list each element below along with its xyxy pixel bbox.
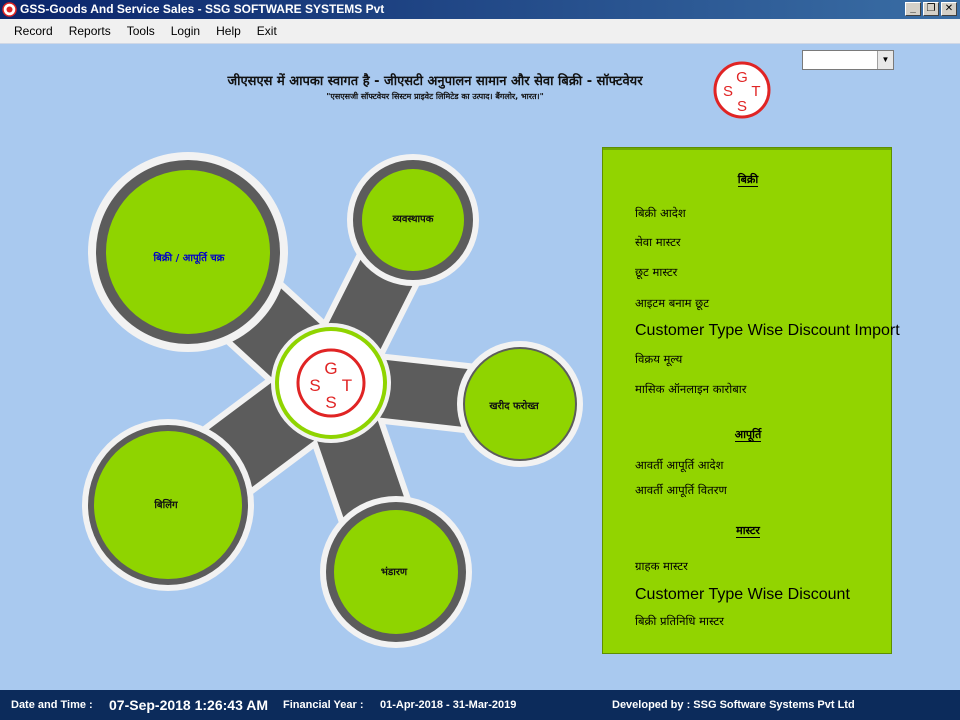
- hub-label-billing[interactable]: बिलिंग: [154, 497, 177, 511]
- link-sales-order[interactable]: बिक्री आदेश: [635, 206, 686, 221]
- menu-reports[interactable]: Reports: [61, 19, 119, 43]
- language-dropdown[interactable]: ▼: [802, 50, 894, 70]
- menu-exit[interactable]: Exit: [249, 19, 285, 43]
- link-selling-price[interactable]: विक्रय मूल्य: [635, 352, 682, 367]
- logo-letter-s2: S: [737, 98, 747, 115]
- section-heading-sales: बिक्री: [737, 173, 759, 187]
- hub-label-admin[interactable]: व्यवस्थापक: [393, 211, 434, 225]
- close-button[interactable]: ✕: [941, 2, 957, 16]
- link-discount-master[interactable]: छूट मास्टर: [635, 265, 677, 280]
- logo-letter-g: G: [736, 69, 748, 86]
- datetime-label: Date and Time :: [11, 699, 93, 711]
- window-title: GSS-Goods And Service Sales - SSG SOFTWA…: [20, 2, 385, 16]
- hub-label-sales[interactable]: बिक्री / आपूर्ति चक्र: [154, 250, 225, 264]
- app-icon: [2, 2, 17, 17]
- hub-label-purchase[interactable]: खरीद फरोख्त: [489, 398, 538, 412]
- link-recurring-supply-order[interactable]: आवर्ती आपूर्ति आदेश: [635, 458, 724, 473]
- gsts-logo: G S T S: [713, 61, 771, 119]
- title-bar: GSS-Goods And Service Sales - SSG SOFTWA…: [0, 0, 960, 19]
- menu-tools[interactable]: Tools: [119, 19, 163, 43]
- link-monthly-online-turnover[interactable]: मासिक ऑनलाइन कारोबार: [635, 382, 746, 397]
- welcome-heading: जीएसएस में आपका स्वागत है - जीएसटी अनुपा…: [227, 74, 643, 89]
- developer-credit: Developed by : SSG Software Systems Pvt …: [612, 699, 855, 711]
- menu-record[interactable]: Record: [6, 19, 61, 43]
- link-customer-type-discount[interactable]: Customer Type Wise Discount: [635, 586, 850, 604]
- logo-letter-s1: S: [723, 83, 733, 100]
- link-customer-master[interactable]: ग्राहक मास्टर: [635, 559, 688, 574]
- section-heading-master: मास्टर: [736, 524, 760, 538]
- hub-label-inventory[interactable]: भंडारण: [381, 564, 407, 578]
- link-recurring-supply-delivery[interactable]: आवर्ती आपूर्ति वितरण: [635, 483, 727, 498]
- link-service-master[interactable]: सेवा मास्टर: [635, 235, 681, 250]
- link-item-vs-discount[interactable]: आइटम बनाम छूट: [635, 296, 709, 311]
- section-heading-supply: आपूर्ति: [734, 428, 762, 442]
- window-controls: _ ❐ ✕: [905, 2, 957, 16]
- link-customer-type-discount-import[interactable]: Customer Type Wise Discount Import: [635, 322, 900, 340]
- financial-year-label: Financial Year :: [283, 699, 364, 711]
- menu-login[interactable]: Login: [163, 19, 208, 43]
- welcome-subtitle: "एसएसजी सॉफ्टवेयर सिस्टम प्राइवेट लिमिटे…: [326, 92, 544, 101]
- minimize-button[interactable]: _: [905, 2, 921, 16]
- logo-letter-t: T: [751, 83, 760, 100]
- menu-bar: Record Reports Tools Login Help Exit: [0, 19, 960, 43]
- restore-button[interactable]: ❐: [923, 2, 939, 16]
- status-bar: Date and Time : 07-Sep-2018 1:26:43 AM F…: [0, 690, 960, 720]
- link-sales-rep-master[interactable]: बिक्री प्रतिनिधि मास्टर: [635, 614, 724, 629]
- quick-links-panel: बिक्री बिक्री आदेश सेवा मास्टर छूट मास्ट…: [602, 147, 900, 654]
- datetime-value: 07-Sep-2018 1:26:43 AM: [109, 697, 269, 713]
- chevron-down-icon[interactable]: ▼: [877, 51, 893, 69]
- financial-year-value: 01-Apr-2018 - 31-Mar-2019: [380, 699, 517, 711]
- menu-help[interactable]: Help: [208, 19, 249, 43]
